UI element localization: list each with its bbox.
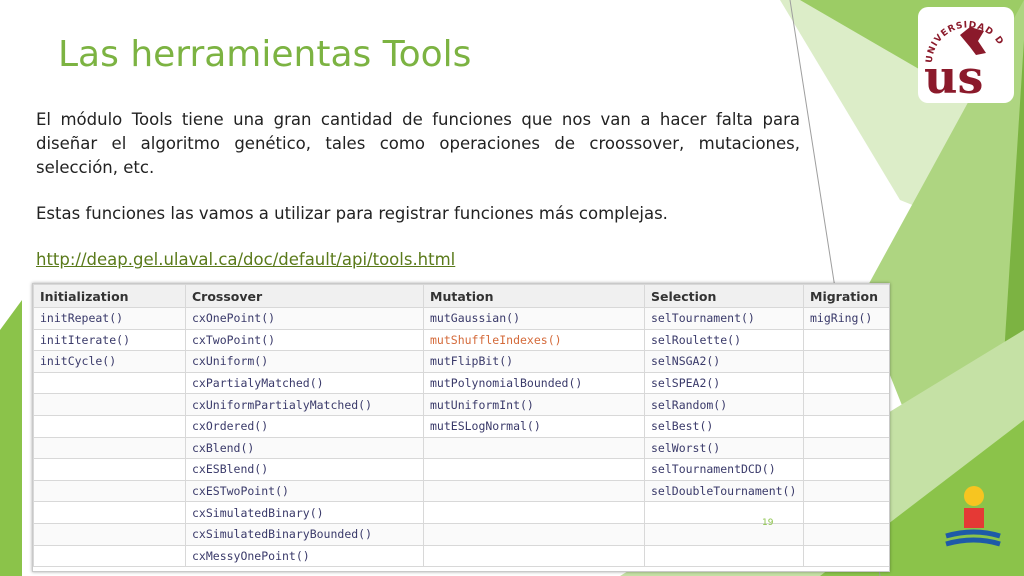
header-migration: Migration (803, 284, 889, 308)
cell-selection (644, 544, 804, 568)
cell-crossover: cxESBlend() (185, 458, 424, 481)
cell-migration (803, 458, 889, 481)
cell-selection: selRoulette() (644, 328, 804, 352)
cell-crossover: cxESTwoPoint() (185, 479, 424, 503)
cell-crossover: cxOrdered() (185, 414, 424, 438)
cell-migration (803, 479, 889, 503)
table-row: cxOrdered() mutESLogNormal() selBest() (33, 414, 889, 438)
cell-migration (803, 414, 889, 438)
table-header-row: Initialization Crossover Mutation Select… (33, 284, 889, 308)
table-row: cxMessyOnePoint() (33, 544, 889, 568)
cell-crossover: cxTwoPoint() (185, 328, 424, 352)
intro-paragraph: El módulo Tools tiene una gran cantidad … (36, 110, 800, 177)
table-row: cxBlend() selWorst() (33, 436, 889, 460)
table-row: cxPartialyMatched() mutPolynomialBounded(… (33, 371, 889, 395)
cell-initialization (33, 501, 186, 524)
cell-mutation (423, 436, 645, 460)
cell-mutation (423, 544, 645, 568)
university-seal-icon: UNIVERSIDAD DE SEVILLA us (914, 0, 1014, 104)
cell-mutation (423, 458, 645, 481)
logo-blue-wave-2 (945, 537, 1001, 547)
slide-body: El módulo Tools tiene una gran cantidad … (36, 108, 800, 272)
cell-migration (803, 328, 889, 352)
cell-initialization (33, 436, 186, 460)
cell-mutation (423, 501, 645, 524)
table-row: initCycle() cxUniform() mutFlipBit() selNSG… (33, 350, 889, 373)
cell-mutation (423, 479, 645, 503)
cell-crossover: cxMessyOnePoint() (185, 544, 424, 568)
cell-crossover: cxBlend() (185, 436, 424, 460)
logo-letters: us (924, 50, 983, 103)
table-row: cxESTwoPoint() selDoubleTournament() (33, 479, 889, 503)
cell-mutation (423, 522, 645, 546)
tools-docs-link[interactable]: http://deap.gel.ulaval.ca/doc/default/ap… (36, 248, 455, 272)
cell-selection: selRandom() (644, 393, 804, 416)
cell-migration (803, 436, 889, 460)
cell-migration (803, 501, 889, 524)
cell-migration: migRing() (803, 307, 889, 330)
cell-initialization (33, 414, 186, 438)
cell-mutation: mutShuffleIndexes() (423, 328, 645, 352)
cell-initialization (33, 371, 186, 395)
header-crossover: Crossover (185, 284, 424, 308)
stripe-left-edge (0, 300, 22, 576)
usage-paragraph: Estas funciones las vamos a utilizar par… (36, 204, 668, 223)
header-initialization: Initialization (33, 284, 186, 308)
cell-crossover: cxUniformPartialyMatched() (185, 393, 424, 416)
cell-crossover: cxPartialyMatched() (185, 371, 424, 395)
cell-selection: selSPEA2() (644, 371, 804, 395)
cell-initialization (33, 522, 186, 546)
cell-selection (644, 501, 804, 524)
cell-crossover: cxUniform() (185, 350, 424, 373)
cell-initialization: initRepeat() (33, 307, 186, 330)
cell-initialization (33, 458, 186, 481)
cell-initialization: initCycle() (33, 350, 186, 373)
cell-mutation: mutESLogNormal() (423, 414, 645, 438)
cell-selection (644, 522, 804, 546)
regional-logo-icon (945, 486, 1001, 547)
page-number: 19 (762, 518, 774, 528)
cell-mutation: mutUniformInt() (423, 393, 645, 416)
cell-selection: selNSGA2() (644, 350, 804, 373)
cell-initialization (33, 393, 186, 416)
cell-migration (803, 371, 889, 395)
table-row: initRepeat() cxOnePoint() mutGaussian() sel… (33, 307, 889, 330)
cell-initialization (33, 479, 186, 503)
table-row: cxUniformPartialyMatched() mutUniformInt(… (33, 393, 889, 416)
cell-selection: selTournamentDCD() (644, 458, 804, 481)
cell-selection: selDoubleTournament() (644, 479, 804, 503)
cell-selection: selBest() (644, 414, 804, 438)
university-seal-graphic: UNIVERSIDAD DE SEVILLA us (914, 0, 1004, 104)
cell-migration (803, 522, 889, 546)
cell-initialization: initIterate() (33, 328, 186, 352)
table-row: initIterate() cxTwoPoint() mutShuffleIndex… (33, 328, 889, 352)
slide-title: Las herramientas Tools (58, 34, 472, 75)
tools-table-container: Initialization Crossover Mutation Select… (32, 283, 890, 572)
cell-mutation: mutPolynomialBounded() (423, 371, 645, 395)
logo-red-square (964, 508, 984, 528)
header-mutation: Mutation (423, 284, 645, 308)
cell-crossover: cxOnePoint() (185, 307, 424, 330)
cell-selection: selTournament() (644, 307, 804, 330)
cell-selection: selWorst() (644, 436, 804, 460)
cell-crossover: cxSimulatedBinaryBounded() (185, 522, 424, 546)
cell-migration (803, 393, 889, 416)
cell-migration (803, 544, 889, 568)
cell-initialization (33, 544, 186, 568)
table-row: cxESBlend() selTournamentDCD() (33, 458, 889, 481)
header-selection: Selection (644, 284, 804, 308)
cell-mutation: mutGaussian() (423, 307, 645, 330)
logo-blue-wave-1 (945, 529, 1001, 539)
cell-crossover: cxSimulatedBinary() (185, 501, 424, 524)
logo-yellow-circle (964, 486, 984, 506)
cell-migration (803, 350, 889, 373)
cell-mutation: mutFlipBit() (423, 350, 645, 373)
